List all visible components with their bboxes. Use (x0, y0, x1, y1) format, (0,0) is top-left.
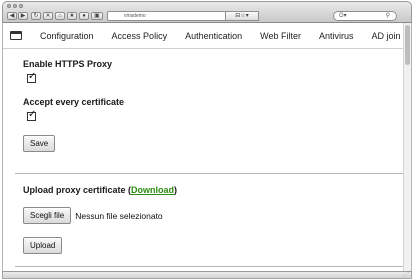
bookmark-icon[interactable]: ★ (67, 12, 77, 20)
upload-certificate-heading: Upload proxy certificate (Download) (23, 185, 177, 195)
enable-https-proxy-label: Enable HTTPS Proxy (23, 59, 113, 69)
checkmark-icon: ✓ (28, 71, 37, 82)
window-icon[interactable] (10, 31, 22, 40)
browser-status-bar: ⋰ (2, 271, 412, 279)
menu-item-configuration[interactable]: Configuration (40, 31, 94, 41)
top-menu: Configuration Access Policy Authenticati… (3, 23, 403, 48)
reload-icon[interactable]: ↻ (31, 12, 41, 20)
address-text: vmsdemo (124, 13, 146, 19)
menu-item-antivirus[interactable]: Antivirus (319, 31, 354, 41)
enable-https-proxy-checkbox[interactable]: ✓ (27, 71, 37, 83)
paren-close: ) (174, 185, 178, 195)
site-favicon-icon: ▣ (91, 12, 103, 20)
menu-divider (3, 48, 403, 49)
save-button[interactable]: Save (23, 135, 56, 152)
download-link[interactable]: Download (131, 185, 174, 195)
accept-every-certificate-label: Accept every certificate (23, 97, 125, 107)
upload-certificate-title: Upload proxy certificate (23, 185, 126, 195)
home-icon[interactable]: ⌂ (55, 12, 65, 20)
menu-item-ad-join[interactable]: AD join (371, 31, 400, 41)
resize-grip-icon[interactable]: ⋰ (403, 272, 409, 278)
scrollbar-thumb[interactable] (405, 25, 410, 65)
upload-certificate-form: Upload proxy certificate (Download) Sceg… (23, 185, 177, 254)
file-status-text: Nessun file selezionato (75, 210, 163, 221)
back-icon[interactable]: ◀ (7, 12, 17, 20)
window-controls (7, 4, 23, 8)
choose-file-button[interactable]: Scegli file (23, 207, 72, 224)
menu-item-web-filter[interactable]: Web Filter (260, 31, 301, 41)
file-picker: Scegli file Nessun file selezionato (23, 207, 177, 224)
accept-every-certificate-checkbox[interactable]: ✓ (27, 109, 37, 121)
vertical-scrollbar[interactable] (403, 23, 411, 277)
minimize-window-icon[interactable] (13, 4, 17, 8)
browser-toolbar: ◀ ▶ ↻ ✕ ⌂ ★ ● ▣ vmsdemo ⊟☆▾ G▾ ⚲ (2, 1, 412, 23)
checkmark-icon: ✓ (28, 109, 37, 120)
page-viewport: Configuration Access Policy Authenticati… (2, 23, 412, 277)
https-proxy-form: Enable HTTPS Proxy ✓ Accept every certif… (23, 59, 124, 152)
menu-item-access-policy[interactable]: Access Policy (112, 31, 168, 41)
search-engine-icon[interactable]: G▾ (339, 12, 347, 20)
upload-button[interactable]: Upload (23, 237, 63, 254)
zoom-window-icon[interactable] (19, 4, 23, 8)
search-field[interactable]: G▾ ⚲ (333, 11, 397, 21)
search-icon[interactable]: ⚲ (386, 12, 390, 20)
address-bar-actions[interactable]: ⊟☆▾ (225, 11, 259, 21)
stop-icon[interactable]: ✕ (43, 12, 53, 20)
section-divider (15, 173, 403, 174)
forward-icon[interactable]: ▶ (18, 12, 28, 20)
menu-item-authentication[interactable]: Authentication (185, 31, 242, 41)
section-divider-bottom (15, 266, 403, 267)
close-window-icon[interactable] (7, 4, 11, 8)
extension-icon[interactable]: ● (79, 12, 89, 20)
